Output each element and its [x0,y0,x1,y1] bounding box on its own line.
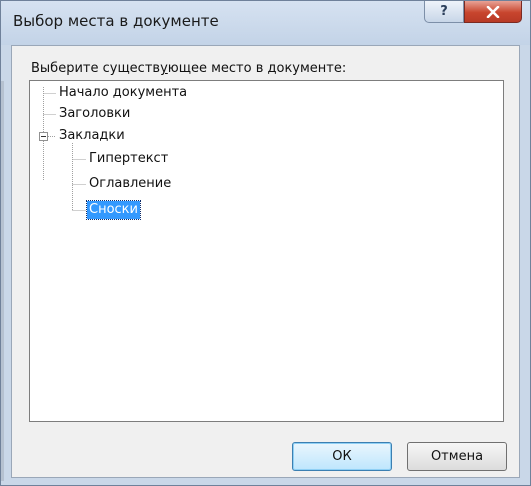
location-tree[interactable]: Начало документа Заголовки Закладки Гипе… [29,80,504,422]
tree-item-toc[interactable]: Оглавление [87,175,173,193]
prompt-label: Выберите существующее место в документе: [31,61,347,76]
tree-item-headings[interactable]: Заголовки [57,105,132,123]
tree-item-bookmarks[interactable]: Закладки [57,127,127,145]
close-button[interactable] [464,1,522,23]
ok-button[interactable]: ОК [292,442,392,471]
cancel-button[interactable]: Отмена [407,442,507,471]
collapse-toggle-icon[interactable] [39,132,48,141]
tree-item-hypertext[interactable]: Гипертекст [87,150,170,168]
tree-item-document-start[interactable]: Начало документа [57,84,189,102]
close-icon [486,5,500,18]
title-bar[interactable]: Выбор места в документе ? [1,1,530,45]
help-button[interactable]: ? [424,1,464,23]
dialog-body: Выберите существующее место в документе:… [11,45,520,478]
dialog-window: Выбор места в документе ? Выберите сущес… [0,0,531,486]
help-icon: ? [440,4,448,19]
tree-item-footnotes[interactable]: Сноски [86,200,141,220]
window-title: Выбор места в документе [13,12,219,30]
title-buttons: ? [424,1,522,27]
window-edge [1,81,4,481]
